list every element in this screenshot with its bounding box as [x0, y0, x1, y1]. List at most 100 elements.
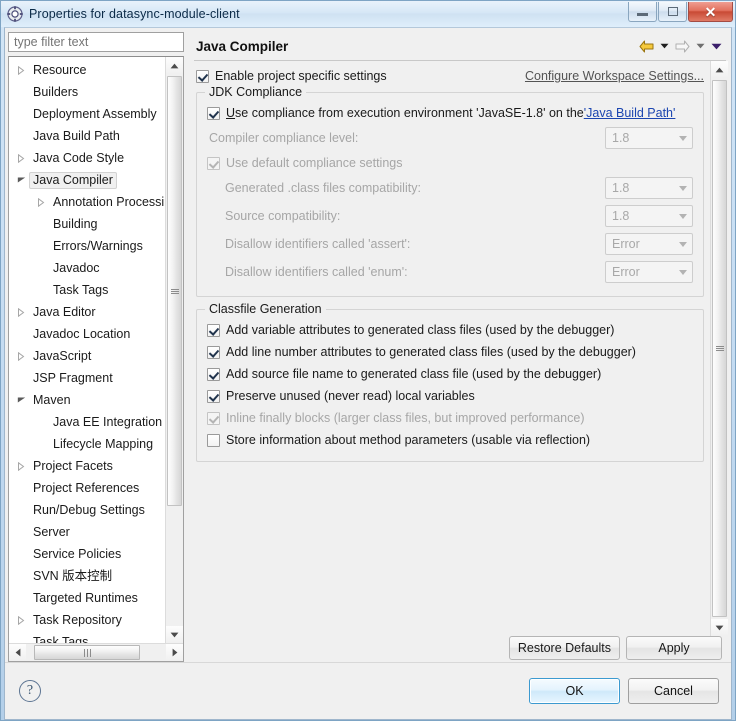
chevron-right-icon[interactable]	[13, 461, 29, 471]
minimize-icon	[637, 13, 648, 16]
tree-item-java-build-path[interactable]: Java Build Path	[9, 125, 165, 147]
tree-item-jsp-fragment[interactable]: JSP Fragment	[9, 367, 165, 389]
ok-button[interactable]: OK	[529, 678, 620, 704]
back-menu-chevron-down-icon[interactable]	[660, 43, 669, 49]
dialog-body: Resource Builders Deployment Assembly Java …	[4, 27, 732, 720]
tree-item-run-debug-settings[interactable]: Run/Debug Settings	[9, 499, 165, 521]
tree-scroll-thumb[interactable]	[167, 76, 182, 507]
scroll-grip-icon	[83, 648, 91, 657]
tree-item-targeted-runtimes[interactable]: Targeted Runtimes	[9, 587, 165, 609]
page-scroll-up-button[interactable]	[711, 61, 728, 78]
enable-project-specific-checkbox[interactable]: Enable project specific settings	[196, 65, 387, 87]
setting-checkbox-row[interactable]: Add source file name to generated class …	[207, 363, 693, 385]
setting-combo-row: Disallow identifiers called 'assert': Err…	[207, 230, 693, 258]
minimize-button[interactable]	[628, 2, 657, 22]
tree-item-java-code-style[interactable]: Java Code Style	[9, 147, 165, 169]
setting-checkbox-row[interactable]: Use compliance from execution environmen…	[207, 102, 693, 124]
forward-menu-chevron-down-icon[interactable]	[696, 43, 705, 49]
page-scroll-thumb[interactable]	[712, 80, 727, 617]
setting-checkbox-row[interactable]: Preserve unused (never read) local varia…	[207, 385, 693, 407]
tree-item-label: JSP Fragment	[33, 370, 113, 385]
tree-item-label: Maven	[33, 392, 71, 407]
tree-item-deployment-assembly[interactable]: Deployment Assembly	[9, 103, 165, 125]
tree-hscroll-track[interactable]	[26, 644, 166, 661]
checkbox-box-icon	[207, 345, 220, 359]
setting-label: Disallow identifiers called 'assert':	[225, 237, 411, 251]
setting-checkbox-row[interactable]: Store information about method parameter…	[207, 429, 693, 451]
setting-checkbox-row[interactable]: Add variable attributes to generated cla…	[207, 319, 693, 341]
java-build-path-link[interactable]: 'Java Build Path'	[584, 106, 676, 120]
tree-item-building[interactable]: Building	[9, 213, 165, 235]
chevron-right-icon[interactable]	[13, 351, 29, 361]
tree-item-javadoc[interactable]: Javadoc	[9, 257, 165, 279]
tree-item-task-repository[interactable]: Task Repository	[9, 609, 165, 631]
back-arrow-icon[interactable]	[639, 40, 654, 53]
page-scroll-track[interactable]	[711, 78, 728, 619]
page-action-buttons: Restore Defaults Apply	[192, 636, 728, 662]
tree-scroll-track[interactable]	[166, 74, 183, 626]
tree-item-server[interactable]: Server	[9, 521, 165, 543]
tree-scroll-left-button[interactable]	[9, 644, 26, 661]
title-bar-left: Properties for datasync-module-client	[1, 1, 735, 27]
setting-dropdown: 1.8	[605, 205, 693, 227]
chevron-right-icon[interactable]	[13, 153, 29, 163]
setting-combo-row: Generated .class files compatibility: 1.8	[207, 174, 693, 202]
filter-input[interactable]	[8, 32, 184, 53]
tree-item-project-facets[interactable]: Project Facets	[9, 455, 165, 477]
dropdown-value: Error	[612, 265, 640, 279]
page-title: Java Compiler	[196, 38, 289, 54]
tree-item-label: JavaScript	[33, 348, 92, 363]
tree-item-project-references[interactable]: Project References	[9, 477, 165, 499]
tree-scroll-right-button[interactable]	[166, 644, 183, 661]
window-controls: ✕	[628, 2, 733, 22]
tree-item-javascript[interactable]: JavaScript	[9, 345, 165, 367]
page-scroll-down-button[interactable]	[711, 619, 728, 636]
tree-scroll-down-button[interactable]	[166, 626, 183, 643]
cancel-button[interactable]: Cancel	[628, 678, 719, 704]
tree-item-maven[interactable]: Maven	[9, 389, 165, 411]
tree-item-java-compiler[interactable]: Java Compiler	[9, 169, 165, 191]
tree-item-lifecycle-mapping[interactable]: Lifecycle Mapping	[9, 433, 165, 455]
restore-defaults-button[interactable]: Restore Defaults	[508, 636, 620, 660]
tree-item-java-editor[interactable]: Java Editor	[9, 301, 165, 323]
page-vertical-scrollbar[interactable]	[710, 61, 728, 636]
tree-item-resource[interactable]: Resource	[9, 59, 165, 81]
chevron-down-icon[interactable]	[13, 176, 29, 184]
tree-item-errors-warnings[interactable]: Errors/Warnings	[9, 235, 165, 257]
chevron-right-icon[interactable]	[13, 307, 29, 317]
tree-scroll-up-button[interactable]	[166, 57, 183, 75]
page-menu-chevron-down-icon[interactable]	[711, 43, 722, 50]
tree-item-svn[interactable]: SVN 版本控制	[9, 565, 165, 587]
checkbox-box-icon	[207, 156, 220, 170]
tree-item-task-tags[interactable]: Task Tags	[9, 631, 165, 643]
chevron-right-icon[interactable]	[33, 197, 49, 207]
tree-item-java-ee-integration[interactable]: Java EE Integration	[9, 411, 165, 433]
checkbox-box-icon	[207, 323, 220, 337]
chevron-right-icon[interactable]	[13, 615, 29, 625]
setting-checkbox-row[interactable]: Add line number attributes to generated …	[207, 341, 693, 363]
close-button[interactable]: ✕	[688, 2, 733, 22]
tree-item-label: Resource	[33, 62, 87, 77]
tree-item-task-tags[interactable]: Task Tags	[9, 279, 165, 301]
tree-item-builders[interactable]: Builders	[9, 81, 165, 103]
chevron-right-icon[interactable]	[13, 65, 29, 75]
tree-hscroll-thumb[interactable]	[34, 645, 140, 660]
setting-label: Source compatibility:	[225, 209, 341, 223]
dialog-footer: ? OK Cancel	[5, 662, 731, 719]
help-button[interactable]: ?	[19, 680, 41, 702]
configure-workspace-settings-link[interactable]: Configure Workspace Settings...	[525, 69, 704, 83]
page-content: Enable project specific settings Configu…	[192, 61, 710, 636]
tree-vertical-scrollbar[interactable]	[165, 57, 183, 643]
tree-viewport: Resource Builders Deployment Assembly Java …	[9, 57, 183, 643]
setting-checkbox-row: Inline finally blocks (larger class file…	[207, 407, 693, 429]
tree-item-label: Annotation Processing	[53, 194, 165, 209]
apply-button[interactable]: Apply	[626, 636, 722, 660]
tree-item-annotation-processing[interactable]: Annotation Processing	[9, 191, 165, 213]
tree-item-service-policies[interactable]: Service Policies	[9, 543, 165, 565]
tree-item-javadoc-location[interactable]: Javadoc Location	[9, 323, 165, 345]
restore-button[interactable]	[658, 2, 687, 22]
chevron-down-icon[interactable]	[13, 396, 29, 404]
scroll-grip-icon	[170, 288, 179, 295]
tree-horizontal-scrollbar[interactable]	[9, 643, 183, 661]
forward-arrow-icon[interactable]	[675, 40, 690, 53]
